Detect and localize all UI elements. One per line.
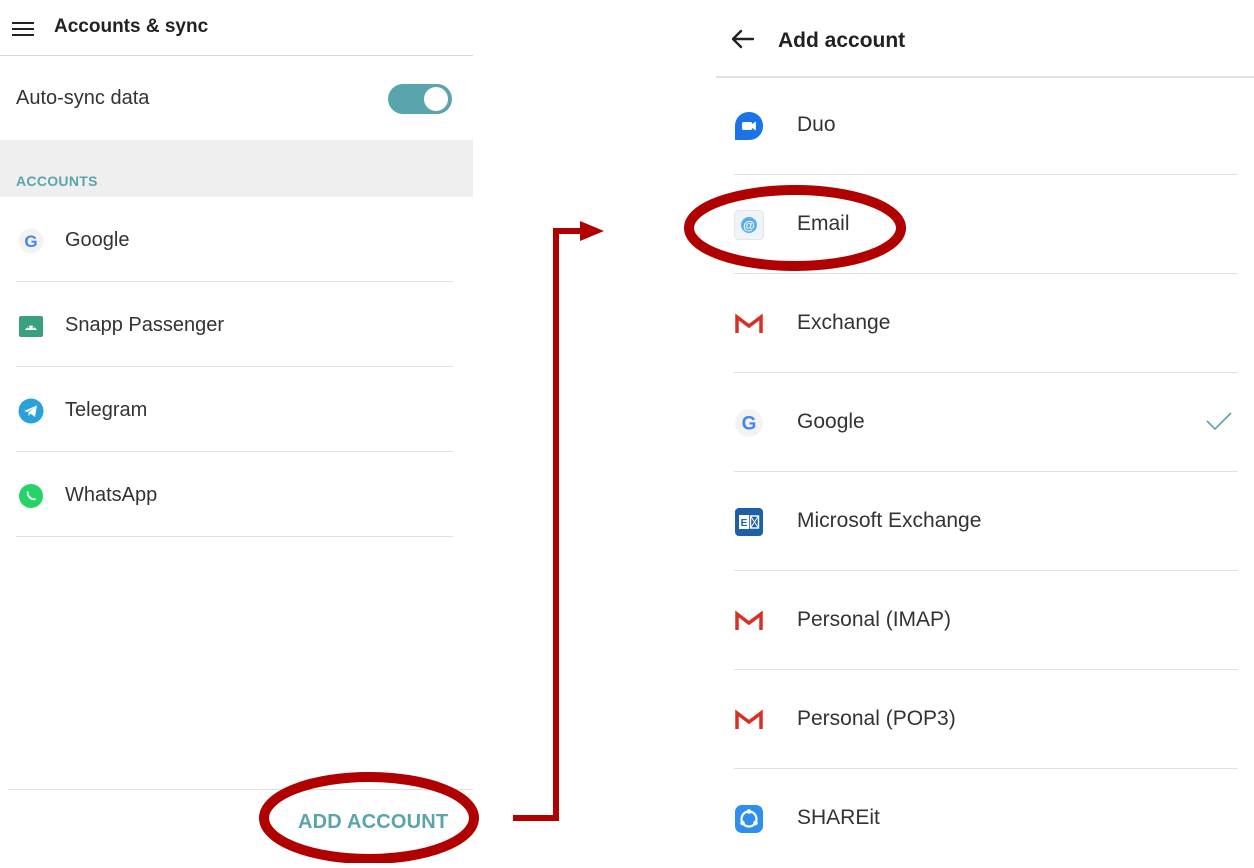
account-type-duo[interactable]: Duo — [716, 76, 1254, 175]
google-icon: G — [734, 408, 764, 438]
add-account-screen: Add account Duo @ Email Exchange G Googl… — [716, 0, 1254, 863]
accounts-section-header: ACCOUNTS — [0, 140, 473, 197]
account-type-personal-imap[interactable]: Personal (IMAP) — [716, 571, 1254, 670]
account-type-email[interactable]: @ Email — [716, 175, 1254, 274]
svg-text:@: @ — [743, 219, 755, 233]
account-type-label: Email — [797, 212, 850, 235]
svg-text:E: E — [741, 518, 748, 529]
shareit-icon — [734, 804, 764, 834]
account-type-label: Google — [797, 410, 865, 433]
divider — [16, 536, 453, 537]
account-label: Google — [65, 229, 130, 251]
account-label: WhatsApp — [65, 484, 158, 506]
account-type-exchange[interactable]: Exchange — [716, 274, 1254, 373]
account-type-label: Exchange — [797, 311, 891, 334]
connector-arrowhead — [580, 221, 604, 241]
email-icon: @ — [734, 210, 764, 240]
whatsapp-icon — [18, 483, 44, 509]
google-icon: G — [18, 228, 44, 254]
auto-sync-label: Auto-sync data — [16, 87, 150, 109]
auto-sync-toggle[interactable] — [388, 84, 452, 114]
telegram-icon — [18, 398, 44, 424]
account-type-label: SHAREit — [797, 806, 880, 829]
bottom-divider — [8, 789, 473, 790]
account-item-google[interactable]: G Google — [0, 197, 473, 282]
app-bar: Add account — [716, 0, 1254, 78]
add-account-button[interactable]: ADD ACCOUNT — [298, 811, 448, 834]
gmail-icon — [734, 705, 764, 735]
account-type-label: Personal (POP3) — [797, 707, 956, 730]
app-bar: Accounts & sync — [0, 0, 473, 56]
menu-icon[interactable] — [12, 22, 34, 36]
checkmark-icon — [1206, 411, 1232, 431]
section-label: ACCOUNTS — [16, 173, 98, 189]
account-type-shareit[interactable]: SHAREit — [716, 769, 1254, 868]
page-title: Accounts & sync — [54, 16, 209, 37]
account-item-telegram[interactable]: Telegram — [0, 367, 473, 452]
gmail-icon — [734, 606, 764, 636]
account-type-label: Personal (IMAP) — [797, 608, 952, 631]
snapp-icon — [18, 313, 44, 339]
account-item-whatsapp[interactable]: WhatsApp — [0, 452, 473, 537]
gmail-icon — [734, 309, 764, 339]
back-arrow-icon[interactable] — [730, 26, 756, 52]
accounts-sync-screen: Accounts & sync Auto-sync data ACCOUNTS … — [0, 0, 473, 863]
account-item-snapp-passenger[interactable]: Snapp Passenger — [0, 282, 473, 367]
svg-text:G: G — [742, 414, 757, 435]
account-type-google[interactable]: G Google — [716, 373, 1254, 472]
account-type-microsoft-exchange[interactable]: E Microsoft Exchange — [716, 472, 1254, 571]
toggle-knob — [424, 87, 448, 111]
outlook-exchange-icon: E — [734, 507, 764, 537]
account-type-label: Microsoft Exchange — [797, 509, 982, 532]
account-type-label: Duo — [797, 113, 836, 136]
account-label: Snapp Passenger — [65, 314, 225, 336]
account-type-personal-pop3[interactable]: Personal (POP3) — [716, 670, 1254, 769]
duo-icon — [734, 111, 764, 141]
account-label: Telegram — [65, 399, 148, 421]
page-title: Add account — [778, 29, 906, 52]
svg-text:G: G — [24, 232, 37, 251]
connector-arrow — [513, 228, 582, 821]
